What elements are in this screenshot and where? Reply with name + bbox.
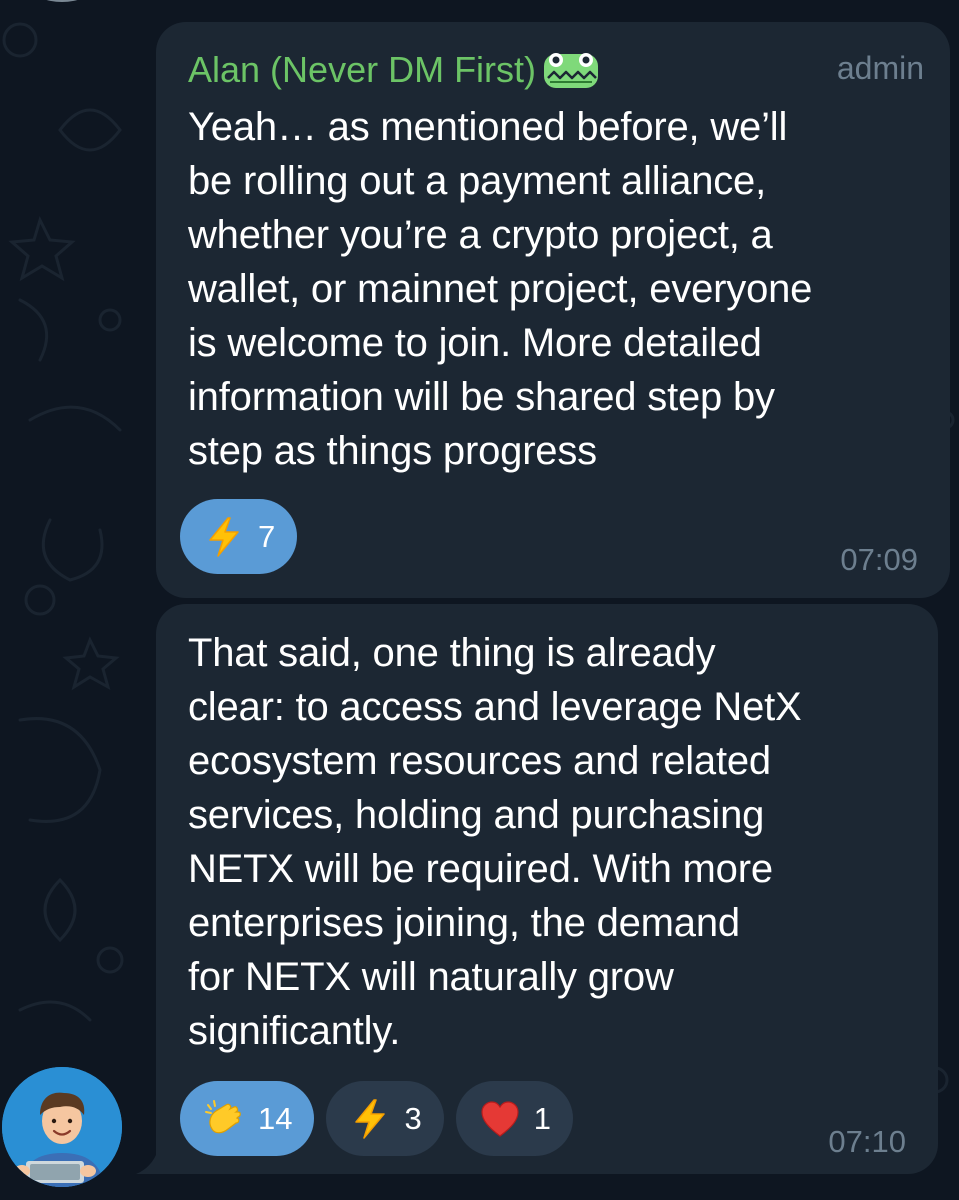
reactions-bar: 7 xyxy=(180,499,298,574)
avatar-illustration xyxy=(2,1067,122,1187)
sender-name[interactable]: Alan (Never DM First) xyxy=(188,50,536,90)
clapping-hands-icon xyxy=(204,1099,244,1139)
reaction-clapping[interactable]: 14 xyxy=(180,1081,315,1156)
sender-avatar[interactable] xyxy=(2,1067,122,1187)
reaction-count: 1 xyxy=(533,1100,551,1136)
lightning-icon xyxy=(350,1098,390,1139)
crocodile-emoji-icon xyxy=(544,53,599,88)
admin-badge: admin xyxy=(836,50,924,86)
sender-row: Alan (Never DM First) xyxy=(188,48,600,92)
message-text: That said, one thing is already clear: t… xyxy=(188,631,802,1053)
reaction-count: 3 xyxy=(404,1100,422,1136)
reaction-heart[interactable]: 1 xyxy=(455,1081,573,1156)
lightning-icon xyxy=(204,516,244,557)
message-bubble[interactable]: That said, one thing is already clear: t… xyxy=(156,604,938,1174)
message-text: Yeah… as mentioned before, we’ll be roll… xyxy=(188,105,813,473)
message-bubble[interactable]: Alan (Never DM First) admin Yeah… as men… xyxy=(156,22,950,598)
reactions-bar: 14 3 1 xyxy=(180,1081,573,1156)
bubble-tail xyxy=(136,1150,158,1174)
reaction-lightning[interactable]: 3 xyxy=(326,1081,444,1156)
message-time: 07:10 xyxy=(828,1124,906,1159)
reaction-count: 7 xyxy=(258,518,276,554)
reaction-lightning[interactable]: 7 xyxy=(180,499,298,574)
reaction-count: 14 xyxy=(258,1100,293,1136)
heart-icon xyxy=(480,1099,520,1139)
message-time: 07:09 xyxy=(840,542,918,577)
